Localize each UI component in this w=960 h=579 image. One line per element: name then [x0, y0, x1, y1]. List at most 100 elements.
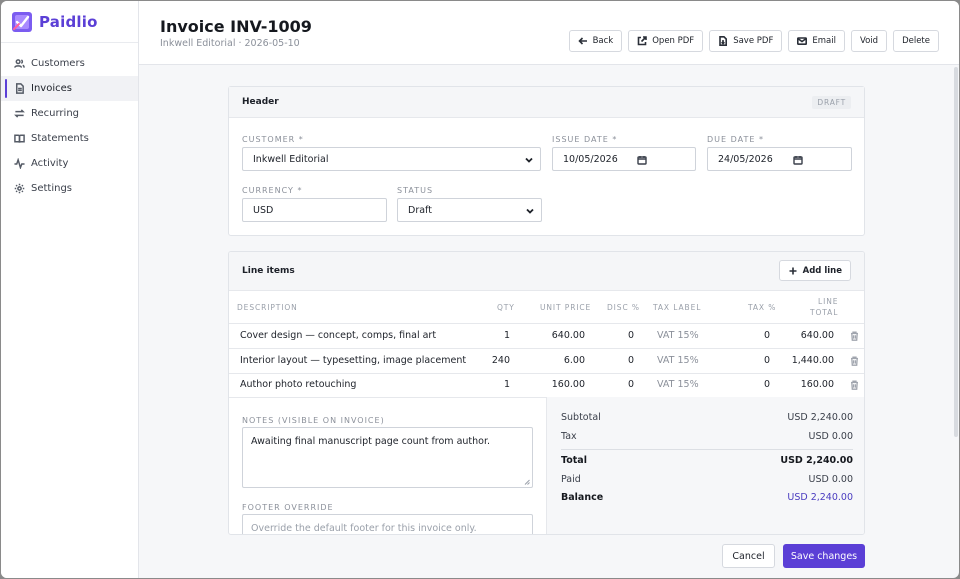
activity-icon	[14, 158, 25, 169]
tax-value: USD 0.00	[808, 431, 853, 442]
main-content: Invoice INV-1009 Inkwell Editorial · 202…	[139, 1, 959, 578]
void-button[interactable]: Void	[850, 30, 888, 52]
sidebar: Paidlio Customers Invoices Recurring Sta…	[1, 1, 139, 578]
save-changes-button[interactable]: Save changes	[783, 544, 865, 568]
page-header: Invoice INV-1009 Inkwell Editorial · 202…	[139, 1, 959, 65]
sidebar-item-statements[interactable]: Statements	[1, 126, 138, 151]
row-disc[interactable]: 0	[609, 355, 634, 366]
row-tax[interactable]: 0	[743, 379, 770, 390]
email-button[interactable]: Email	[788, 30, 845, 52]
due-date-input[interactable]: 24/05/2026	[707, 147, 852, 171]
book-icon	[14, 134, 25, 143]
calendar-icon[interactable]	[637, 155, 647, 165]
status-select[interactable]: Draft	[397, 198, 542, 222]
currency-label: CURRENCY *	[242, 186, 303, 195]
row-tax[interactable]: 0	[743, 330, 770, 341]
header-card: Header DRAFT CUSTOMER * Inkwell Editoria…	[228, 86, 865, 236]
sidebar-nav: Customers Invoices Recurring Statements …	[1, 43, 138, 201]
page-subtitle: Inkwell Editorial · 2026-05-10	[160, 38, 300, 49]
row-description[interactable]: Cover design — concept, comps, final art	[240, 330, 436, 341]
subtotal-value: USD 2,240.00	[787, 412, 853, 423]
status-value: Draft	[408, 204, 432, 216]
sidebar-item-label: Customers	[31, 58, 85, 69]
header-card-title-text: Header	[242, 97, 279, 107]
trash-icon[interactable]	[850, 356, 859, 366]
scrollbar[interactable]	[953, 65, 959, 437]
due-date-value: 24/05/2026	[718, 153, 773, 165]
sidebar-item-label: Statements	[31, 133, 89, 144]
sidebar-item-activity[interactable]: Activity	[1, 151, 138, 176]
sidebar-item-label: Activity	[31, 158, 69, 169]
cancel-button[interactable]: Cancel	[722, 544, 775, 568]
issue-date-input[interactable]: 10/05/2026	[552, 147, 696, 171]
gear-icon	[14, 183, 25, 194]
row-unit-price[interactable]: 6.00	[525, 355, 585, 366]
sidebar-item-settings[interactable]: Settings	[1, 176, 138, 201]
void-button-label: Void	[859, 36, 879, 46]
row-unit-price[interactable]: 640.00	[525, 330, 585, 341]
save-pdf-button[interactable]: Save PDF	[709, 30, 783, 52]
col-line-total-2: TOTAL	[810, 308, 839, 317]
sidebar-item-recurring[interactable]: Recurring	[1, 101, 138, 126]
row-tax[interactable]: 0	[743, 355, 770, 366]
balance-label: Balance	[561, 492, 604, 503]
row-disc[interactable]: 0	[609, 379, 634, 390]
sidebar-item-invoices[interactable]: Invoices	[1, 76, 138, 101]
totals-divider	[561, 449, 853, 450]
trash-icon[interactable]	[850, 380, 859, 390]
currency-value: USD	[253, 204, 274, 216]
repeat-icon	[14, 109, 25, 118]
row-divider	[229, 348, 864, 349]
calendar-icon[interactable]	[793, 155, 803, 165]
add-line-button[interactable]: Add line	[778, 260, 851, 281]
open-pdf-button[interactable]: Open PDF	[628, 30, 704, 52]
col-tax-label: TAX LABEL	[653, 303, 702, 312]
file-download-icon	[719, 36, 728, 46]
customer-label: CUSTOMER *	[242, 135, 304, 144]
total-label: Total	[561, 455, 587, 466]
mail-icon	[797, 37, 808, 45]
paid-label: Paid	[561, 474, 581, 485]
sidebar-item-label: Invoices	[31, 83, 72, 94]
col-unit-price: UNIT PRICE	[540, 303, 592, 312]
issue-date-label: ISSUE DATE *	[552, 135, 618, 144]
chevron-down-icon	[525, 157, 533, 163]
row-description[interactable]: Interior layout — typesetting, image pla…	[240, 355, 466, 366]
brand[interactable]: Paidlio	[1, 1, 138, 43]
customer-select[interactable]: Inkwell Editorial	[242, 147, 541, 171]
row-unit-price[interactable]: 160.00	[525, 379, 585, 390]
notes-value: Awaiting final manuscript page count fro…	[251, 436, 491, 447]
chevron-down-icon	[526, 208, 534, 214]
sidebar-item-customers[interactable]: Customers	[1, 51, 138, 76]
row-tax-label[interactable]: VAT 15%	[657, 379, 699, 390]
row-divider	[229, 373, 864, 374]
totals-panel: Subtotal USD 2,240.00 Tax USD 0.00 Total…	[546, 397, 864, 534]
row-qty[interactable]: 1	[473, 330, 510, 341]
row-tax-label[interactable]: VAT 15%	[657, 330, 699, 341]
footer-override-label: FOOTER OVERRIDE	[242, 503, 334, 512]
row-qty[interactable]: 240	[473, 355, 510, 366]
resize-handle-icon[interactable]	[524, 479, 530, 485]
trash-icon[interactable]	[850, 331, 859, 341]
row-description[interactable]: Author photo retouching	[240, 379, 356, 390]
row-qty[interactable]: 1	[473, 379, 510, 390]
plus-icon	[789, 267, 797, 274]
row-disc[interactable]: 0	[609, 330, 634, 341]
notes-textarea[interactable]: Awaiting final manuscript page count fro…	[242, 427, 533, 488]
row-total: 160.00	[800, 379, 834, 390]
back-button[interactable]: Back	[568, 30, 623, 52]
status-badge: DRAFT	[812, 96, 851, 109]
open-pdf-button-label: Open PDF	[652, 36, 695, 46]
paidlio-logo-icon	[12, 11, 32, 32]
row-tax-label[interactable]: VAT 15%	[657, 355, 699, 366]
back-button-label: Back	[592, 36, 614, 46]
email-button-label: Email	[812, 36, 836, 46]
col-qty: QTY	[497, 303, 515, 312]
col-disc: DISC %	[607, 303, 640, 312]
notes-label: NOTES (VISIBLE ON INVOICE)	[242, 416, 385, 425]
delete-button[interactable]: Delete	[893, 30, 939, 52]
footer-override-input[interactable]: Override the default footer for this inv…	[242, 514, 533, 534]
arrow-left-icon	[577, 37, 587, 45]
currency-input[interactable]: USD	[242, 198, 387, 222]
scrollbar-thumb[interactable]	[954, 67, 958, 437]
